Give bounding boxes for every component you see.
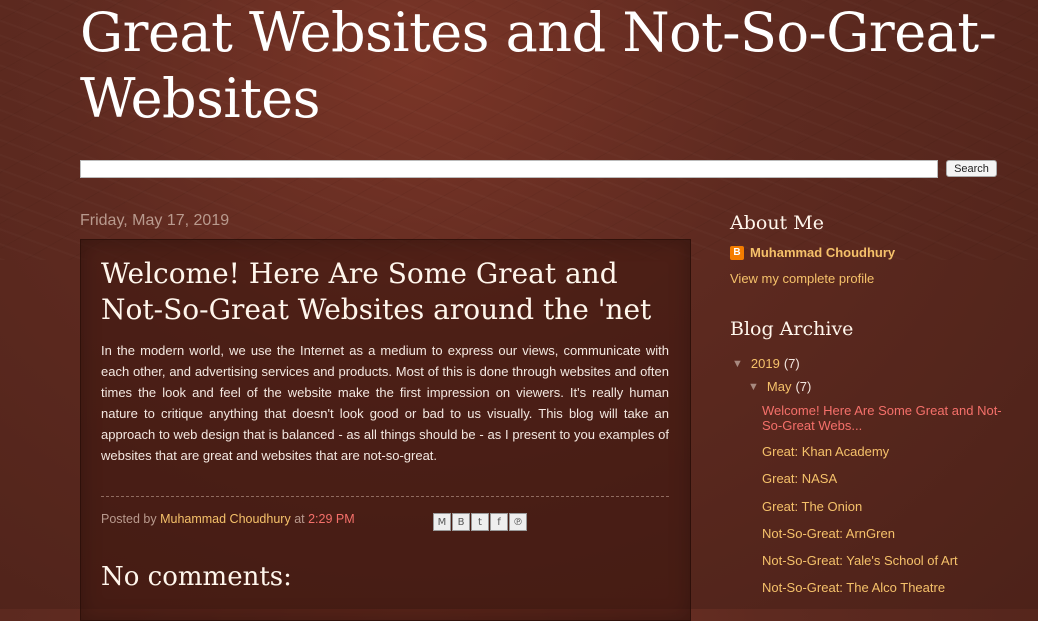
post-body: In the modern world, we use the Internet… xyxy=(101,343,669,463)
search-button[interactable]: Search xyxy=(946,160,997,177)
collapse-triangle-icon[interactable]: ▼ xyxy=(748,381,759,393)
collapse-triangle-icon[interactable]: ▼ xyxy=(732,358,743,370)
archive-year-count: (7) xyxy=(783,356,800,371)
archive-post-link[interactable]: Great: Khan Academy xyxy=(762,444,1002,459)
post-author-link[interactable]: Muhammad Choudhury xyxy=(160,512,291,526)
archive-post-link[interactable]: Great: The Onion xyxy=(762,499,1002,514)
archive-post-link[interactable]: Not-So-Great: ArnGren xyxy=(762,526,1002,541)
profile-row: B Muhammad Choudhury xyxy=(730,245,895,260)
blogthis-icon[interactable]: B xyxy=(452,513,470,531)
archive-post-link[interactable]: Not-So-Great: The Alco Theatre xyxy=(762,580,1002,595)
about-me-heading: About Me xyxy=(730,212,824,234)
share-buttons: M B t f ℗ xyxy=(433,513,528,531)
archive-year-row: ▼ 2019 (7) xyxy=(732,356,800,371)
archive-month-link[interactable]: May xyxy=(767,379,792,394)
blog-title[interactable]: Great Websites and Not-So-Great-Websites xyxy=(80,0,1020,132)
archive-post-link[interactable]: Great: NASA xyxy=(762,471,1002,486)
twitter-icon[interactable]: t xyxy=(471,513,489,531)
archive-post-link[interactable]: Not-So-Great: Yale's School of Art xyxy=(762,553,1002,568)
post-footer: Posted by Muhammad Choudhury at 2:29 PM xyxy=(101,512,355,526)
archive-post-link[interactable]: Welcome! Here Are Some Great and Not-So-… xyxy=(762,403,1002,433)
blogger-icon: B xyxy=(730,245,744,260)
search-input[interactable] xyxy=(80,160,938,178)
view-profile-link[interactable]: View my complete profile xyxy=(730,271,874,286)
email-icon[interactable]: M xyxy=(433,513,451,531)
at-label: at xyxy=(294,512,305,526)
blog-archive-heading: Blog Archive xyxy=(730,318,854,340)
posted-by-label: Posted by xyxy=(101,512,157,526)
pinterest-icon[interactable]: ℗ xyxy=(509,513,527,531)
facebook-icon[interactable]: f xyxy=(490,513,508,531)
post-divider xyxy=(101,496,669,497)
archive-year-link[interactable]: 2019 xyxy=(751,356,780,371)
archive-month-row: ▼ May (7) xyxy=(748,379,811,394)
profile-name-link[interactable]: Muhammad Choudhury xyxy=(750,245,895,260)
comments-heading: No comments: xyxy=(101,562,292,592)
post-title[interactable]: Welcome! Here Are Some Great and Not-So-… xyxy=(101,256,661,328)
post-card: Welcome! Here Are Some Great and Not-So-… xyxy=(80,239,691,621)
post-date: Friday, May 17, 2019 xyxy=(80,212,230,229)
archive-month-count: (7) xyxy=(795,379,812,394)
post-time-link[interactable]: 2:29 PM xyxy=(308,512,355,526)
